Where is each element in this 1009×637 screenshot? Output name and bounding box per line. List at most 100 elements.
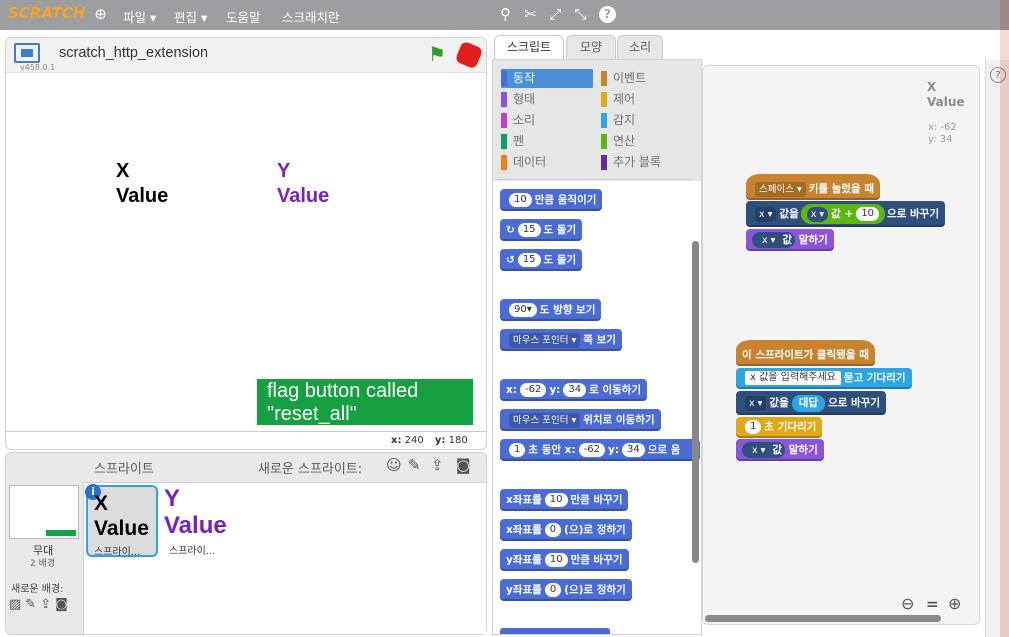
block-go-to-xy[interactable]: x: -62 y: 34 로 이동하기: [500, 379, 648, 401]
menu-file[interactable]: 파일 ▾: [123, 7, 156, 26]
block-change-x[interactable]: x좌표를 10 만큼 바꾸기: [500, 489, 629, 511]
block-palette: 동작 이벤트 형태 제어 소리 감지 펜 연산 데이터 추가 블록 10 만큼 움…: [492, 59, 702, 635]
tab-sounds[interactable]: 소리: [617, 35, 663, 59]
category-data[interactable]: 데이터: [501, 154, 546, 171]
camera-backdrop-icon[interactable]: ◙: [55, 597, 72, 612]
paint-backdrop-icon[interactable]: ✎: [25, 597, 40, 612]
backdrop-tools: ▨✎⇪◙: [9, 597, 72, 612]
x-value-sprite[interactable]: X Value: [116, 159, 168, 209]
coord-y-label: y:: [434, 435, 446, 446]
block-set-y[interactable]: y좌표를 0 (으)로 정하기: [500, 579, 632, 601]
palette-blocks: 10 만큼 움직이기 ↻ 15 도 돌기 ↺ 15 도 돌기 90▾ 도 방향 보기 마우스…: [493, 181, 701, 634]
zoom-out-icon[interactable]: ⊖: [901, 594, 914, 613]
block-partial: [500, 628, 610, 634]
block-turn-left[interactable]: ↺ 15 도 돌기: [500, 249, 583, 271]
script-hscrollbar[interactable]: [705, 615, 941, 622]
coord-y-value: 180: [448, 435, 468, 446]
block-turn-right[interactable]: ↻ 15 도 돌기: [500, 219, 583, 241]
y-value-sprite[interactable]: Y Value: [277, 159, 329, 209]
sprites-header: 스프라이트: [94, 462, 154, 477]
globe-icon[interactable]: ⊕: [92, 6, 109, 23]
category-looks[interactable]: 형태: [501, 91, 535, 108]
menu-about-scratch[interactable]: 스크래치란: [282, 7, 340, 26]
presentation-mode-icon[interactable]: [14, 43, 40, 63]
y-sprite-value: Value: [277, 185, 330, 207]
turn-left-icon: ↺: [506, 254, 515, 266]
block-ask-and-wait[interactable]: x 값을 입력해주세요 묻고 기다리기: [736, 368, 912, 389]
menu-edit[interactable]: 편집 ▾: [174, 7, 207, 26]
mouse-coordinates: x: 240 y: 180: [391, 435, 468, 446]
grow-icon[interactable]: ⤢: [547, 6, 564, 23]
green-flag-icon[interactable]: ⚑: [428, 42, 446, 66]
upload-backdrop-icon[interactable]: ⇪: [40, 597, 55, 612]
sprite-thumb-x-line2: Value: [94, 517, 149, 540]
flag-note-banner: flag button called "reset_all": [257, 379, 473, 425]
category-motion[interactable]: 동작: [501, 70, 535, 87]
sprite-thumb-y-line2: Value: [164, 512, 227, 539]
hat-when-key-pressed[interactable]: 스페이스 ▾ 키를 눌렀을 때: [746, 174, 881, 200]
window-edge: [1000, 0, 1009, 637]
category-sound[interactable]: 소리: [501, 112, 535, 129]
current-sprite-name: X Value: [927, 80, 965, 110]
tab-costumes[interactable]: 모양: [566, 35, 616, 59]
paint-sprite-icon[interactable]: ✎: [408, 456, 421, 474]
block-set-x[interactable]: x좌표를 0 (으)로 정하기: [500, 519, 632, 541]
backdrop-count: 2 배경: [30, 559, 56, 569]
sprite-thumb-x-label: 스프라이...: [94, 547, 141, 558]
block-set-variable[interactable]: x ▾ 값을 대답 으로 바꾸기: [736, 391, 887, 415]
new-sprite-label: 새로운 스프라이트:: [258, 462, 363, 477]
zoom-in-icon[interactable]: ⊕: [948, 594, 961, 613]
sprite-thumb-x[interactable]: i X Value 스프라이...: [85, 484, 158, 558]
sprite-library-icon[interactable]: ☺: [386, 456, 402, 474]
block-help-icon[interactable]: ?: [599, 6, 616, 23]
sprite-thumb-y[interactable]: Y Value 스프라이...: [162, 485, 234, 557]
block-change-variable[interactable]: x ▾ 값을 x ▾ 값 +10 으로 바꾸기: [746, 201, 946, 227]
category-pen[interactable]: 펜: [501, 133, 524, 150]
current-sprite-y: y: 34: [928, 134, 953, 145]
script-area[interactable]: X Value x: -62 y: 34 스페이스 ▾ 키를 눌렀을 때 x ▾ 값…: [702, 65, 980, 625]
menu-help[interactable]: 도움말: [226, 7, 261, 26]
backdrop-library-icon[interactable]: ▨: [9, 597, 25, 612]
current-sprite-x: x: -62: [928, 122, 957, 133]
block-say[interactable]: x ▾ 값 말하기: [746, 229, 834, 251]
flag-note-line2: "reset_all": [267, 403, 357, 425]
camera-sprite-icon[interactable]: ◙: [456, 456, 471, 474]
block-say-2[interactable]: x ▾ 값 말하기: [736, 439, 824, 461]
menu-bar: SCRATCH ⊕ 파일 ▾ 편집 ▾ 도움말 스크래치란 ⚲ ✂ ⤢ ⤡ ?: [0, 0, 1009, 30]
block-point-direction[interactable]: 90▾ 도 방향 보기: [500, 299, 602, 321]
palette-scrollbar[interactable]: [692, 241, 699, 563]
category-control[interactable]: 제어: [601, 91, 635, 108]
current-sprite-name-line2: Value: [927, 95, 965, 109]
tab-scripts[interactable]: 스크립트: [494, 35, 564, 59]
block-change-y[interactable]: y좌표를 10 만큼 바꾸기: [500, 549, 629, 571]
project-title[interactable]: scratch_http_extension: [59, 45, 208, 61]
block-point-towards[interactable]: 마우스 포인터 ▾ 쪽 보기: [500, 329, 622, 351]
zoom-reset-icon[interactable]: =: [926, 595, 939, 613]
hat-when-sprite-clicked[interactable]: 이 스프라이트가 클릭됐을 때: [736, 340, 875, 366]
stage-header: scratch_http_extension v458.0.1 ⚑: [6, 38, 486, 72]
block-move-steps[interactable]: 10 만큼 움직이기: [500, 189, 603, 211]
stage-canvas[interactable]: X Value Y Value: [6, 72, 486, 432]
stage-thumbnail[interactable]: [9, 485, 79, 539]
answer-reporter[interactable]: 대답: [791, 394, 826, 412]
category-events[interactable]: 이벤트: [601, 70, 646, 87]
duplicate-icon[interactable]: ⚲: [497, 6, 514, 23]
category-more-blocks[interactable]: 추가 블록: [601, 154, 661, 171]
delete-scissors-icon[interactable]: ✂: [522, 6, 539, 23]
x-sprite-value: Value: [116, 185, 169, 207]
upload-sprite-icon[interactable]: ⇪: [431, 456, 444, 474]
category-sensing[interactable]: 감지: [601, 112, 635, 129]
x-sprite-label: X: [116, 160, 130, 182]
scratch-logo[interactable]: SCRATCH: [8, 4, 85, 22]
current-sprite-position: x: -62 y: 34: [928, 122, 957, 146]
block-wait[interactable]: 1초 기다리기: [736, 417, 823, 438]
block-glide[interactable]: 1초 동안 x: -62 y: 34 으로 움: [500, 439, 700, 461]
coord-x-value: 240: [404, 435, 424, 446]
shrink-icon[interactable]: ⤡: [572, 6, 589, 23]
stop-icon[interactable]: [454, 40, 484, 70]
category-operators[interactable]: 연산: [601, 133, 635, 150]
sprite-thumb-y-label: 스프라이...: [169, 546, 216, 557]
turn-right-icon: ↻: [506, 224, 515, 236]
block-go-to[interactable]: 마우스 포인터 ▾ 위치로 이동하기: [500, 409, 661, 431]
y-sprite-label: Y: [277, 160, 291, 182]
